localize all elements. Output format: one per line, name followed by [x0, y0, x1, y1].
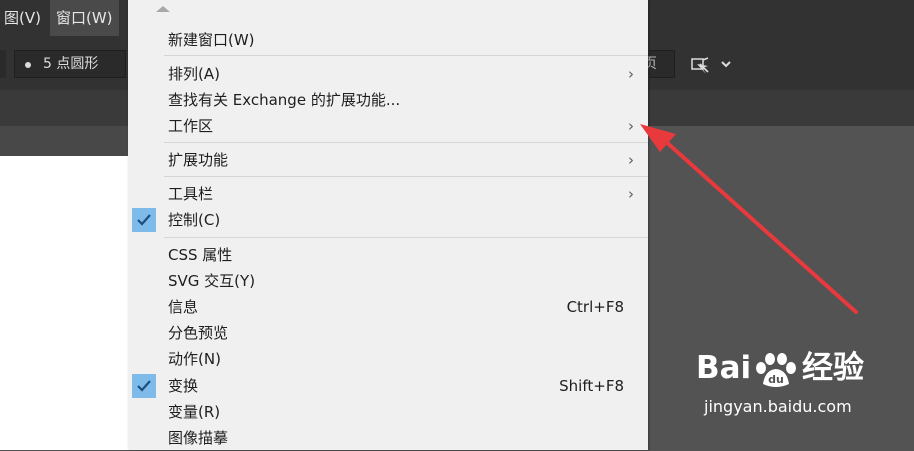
watermark-suffix: 经验	[802, 350, 864, 386]
watermark-url: jingyan.baidu.com	[704, 397, 852, 416]
watermark-brand: Bai	[696, 350, 752, 386]
paw-icon: du	[756, 353, 796, 387]
svg-text:du: du	[768, 373, 784, 386]
watermark: Bai du 经验 jingyan.baidu.com	[696, 348, 906, 438]
